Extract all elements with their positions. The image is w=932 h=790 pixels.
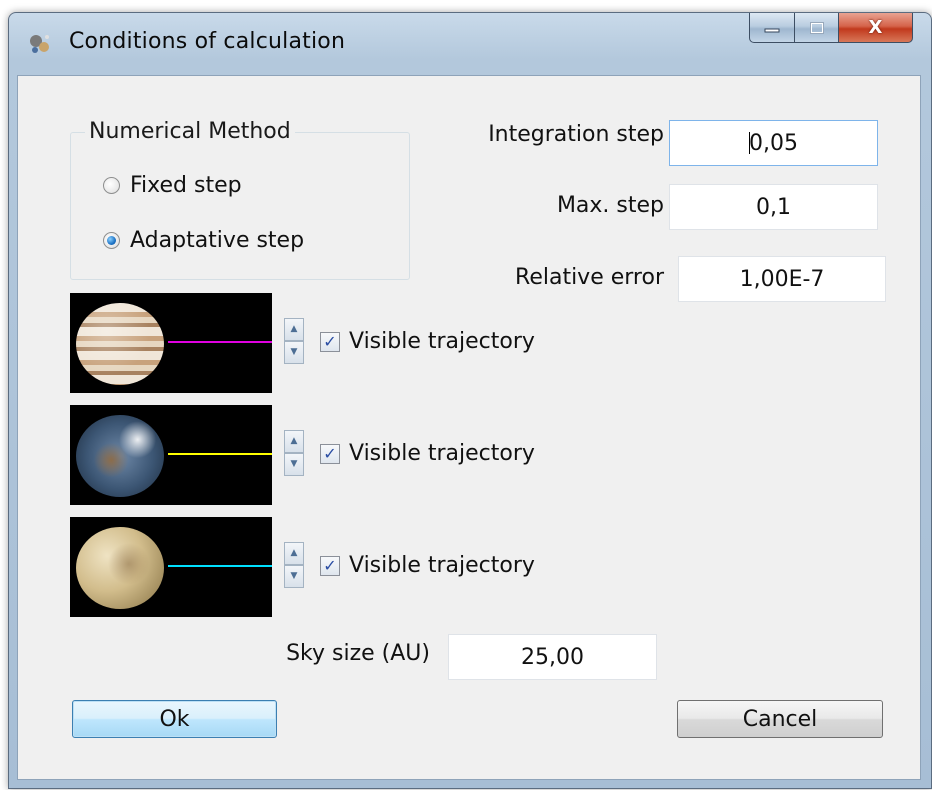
maximize-icon	[809, 21, 824, 34]
visible-trajectory-label: Visible trajectory	[349, 441, 535, 466]
close-icon: X	[868, 17, 883, 38]
relative-error-label: Relative error	[515, 265, 664, 290]
close-button[interactable]: X	[839, 13, 913, 43]
visible-trajectory-label: Visible trajectory	[349, 553, 535, 578]
trajectory-line-moon	[168, 565, 272, 567]
max-step-label: Max. step	[556, 193, 664, 218]
fixed-step-option[interactable]: Fixed step	[103, 173, 242, 198]
ok-button[interactable]: Ok	[72, 700, 277, 738]
adaptative-step-option[interactable]: Adaptative step	[103, 228, 304, 253]
spinner-down-button[interactable]: ▼	[284, 565, 304, 588]
fixed-step-label: Fixed step	[130, 173, 242, 198]
sky-size-label: Sky size (AU)	[286, 641, 430, 666]
earth-visible-option[interactable]: ✓ Visible trajectory	[320, 441, 535, 466]
adaptative-step-label: Adaptative step	[130, 228, 305, 253]
planet-app-icon	[30, 35, 49, 53]
window-title: Conditions of calculation	[69, 29, 346, 54]
cancel-button[interactable]: Cancel	[677, 700, 883, 738]
moon-order-spinner[interactable]: ▲ ▼	[284, 542, 304, 588]
minimize-button[interactable]	[749, 13, 795, 43]
jupiter-visible-option[interactable]: ✓ Visible trajectory	[320, 329, 535, 354]
numerical-method-title: Numerical Method	[85, 119, 295, 144]
sky-size-input[interactable]: 25,00	[448, 634, 657, 680]
moon-visible-option[interactable]: ✓ Visible trajectory	[320, 553, 535, 578]
earth-preview	[70, 405, 272, 505]
max-step-input[interactable]: 0,1	[669, 184, 878, 230]
caption-buttons: X	[749, 13, 913, 43]
jupiter-icon	[76, 303, 164, 385]
spinner-up-button[interactable]: ▲	[284, 318, 304, 341]
moon-visible-checkbox[interactable]: ✓	[320, 555, 340, 576]
title-bar[interactable]: Conditions of calculation X	[9, 13, 931, 75]
visible-trajectory-label: Visible trajectory	[349, 329, 535, 354]
earth-order-spinner[interactable]: ▲ ▼	[284, 430, 304, 476]
relative-error-input[interactable]: 1,00E-7	[678, 256, 886, 302]
jupiter-preview	[70, 293, 272, 393]
moon-preview	[70, 517, 272, 617]
earth-icon	[76, 415, 164, 497]
numerical-method-group: Numerical Method Fixed step Adaptative s…	[70, 119, 410, 280]
minimize-icon	[764, 28, 780, 32]
moon-icon	[76, 527, 164, 609]
trajectory-line-jupiter	[168, 341, 272, 343]
trajectory-line-earth	[168, 453, 272, 455]
integration-step-label: Integration step	[488, 122, 664, 147]
spinner-up-button[interactable]: ▲	[284, 542, 304, 565]
earth-visible-checkbox[interactable]: ✓	[320, 443, 340, 464]
adaptative-step-radio[interactable]	[103, 232, 120, 249]
spinner-down-button[interactable]: ▼	[284, 341, 304, 364]
integration-step-input[interactable]: 0,05	[669, 120, 878, 166]
spinner-down-button[interactable]: ▼	[284, 453, 304, 476]
maximize-button[interactable]	[795, 13, 839, 43]
spinner-up-button[interactable]: ▲	[284, 430, 304, 453]
jupiter-order-spinner[interactable]: ▲ ▼	[284, 318, 304, 364]
dialog-window: Conditions of calculation X Numerical Me…	[8, 12, 932, 789]
jupiter-visible-checkbox[interactable]: ✓	[320, 331, 340, 352]
fixed-step-radio[interactable]	[103, 177, 120, 194]
dialog-client-area: Numerical Method Fixed step Adaptative s…	[17, 75, 921, 780]
